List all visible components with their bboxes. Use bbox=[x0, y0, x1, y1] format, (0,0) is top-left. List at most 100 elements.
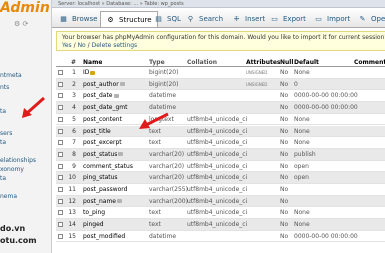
column-name: comment_status bbox=[83, 161, 133, 173]
tab-export[interactable]: ▭ Export bbox=[270, 12, 306, 26]
row-checkbox[interactable] bbox=[58, 231, 63, 244]
settings-icon[interactable]: ⚙ bbox=[14, 20, 20, 28]
row-number: 14 bbox=[68, 221, 76, 229]
sidebar-table-item[interactable]: ta bbox=[0, 175, 6, 182]
notice-actions: Yes / No / Delete settings bbox=[62, 42, 385, 50]
column-name-text: post_title bbox=[83, 127, 111, 135]
header-null[interactable]: Null bbox=[280, 58, 293, 67]
table-header-row: # Name Type Collation Attributes Null De… bbox=[56, 58, 385, 67]
column-default: open bbox=[294, 162, 309, 170]
structure-icon: ⚙ bbox=[107, 16, 114, 24]
column-collation: utf8mb4_unicode_ci bbox=[187, 127, 248, 135]
column-name: post_modified bbox=[83, 231, 125, 243]
tab-browse[interactable]: ▦ Browse bbox=[59, 12, 97, 26]
row-number: 6 bbox=[72, 127, 76, 135]
column-type: datetime bbox=[149, 92, 177, 100]
table-row[interactable]: 4 post_date_gmt datetime No 0000-00-00 00:00… bbox=[56, 102, 385, 114]
table-row[interactable]: 14 pinged text utf8mb4_unicode_ci No None bbox=[56, 219, 385, 231]
sidebar-table-item[interactable]: ntmeta bbox=[0, 72, 22, 79]
separator: / bbox=[73, 42, 76, 49]
header-default[interactable]: Default bbox=[294, 58, 319, 67]
no-link[interactable]: No bbox=[78, 42, 86, 49]
column-name-text: ID bbox=[83, 69, 90, 76]
sidebar-table-item[interactable]: nema bbox=[0, 193, 17, 200]
column-type: text bbox=[149, 139, 161, 147]
tab-structure[interactable]: ⚙ Structure bbox=[100, 11, 158, 27]
column-name: post_date_gmt bbox=[83, 102, 128, 114]
row-number: 10 bbox=[68, 174, 76, 182]
search-icon: ⚲ bbox=[187, 15, 194, 23]
column-collation: utf8mb4_unicode_ci bbox=[187, 139, 248, 147]
table-row[interactable]: 1 ID bigint(20) UNSIGNED No None bbox=[56, 67, 385, 79]
sidebar-table-item[interactable]: xonomy bbox=[0, 166, 24, 173]
column-collation: utf8mb4_unicode_ci bbox=[187, 174, 248, 182]
header-attributes[interactable]: Attributes bbox=[246, 58, 280, 67]
column-name-text: post_date bbox=[83, 92, 113, 100]
table-row[interactable]: 6 post_title text utf8mb4_unicode_ci No None bbox=[56, 125, 385, 138]
column-null: No bbox=[280, 162, 289, 170]
tab-sql[interactable]: ▤ SQL bbox=[154, 12, 181, 26]
table-row[interactable]: 7 post_excerpt text utf8mb4_unicode_ci No Non… bbox=[56, 137, 385, 149]
yes-link[interactable]: Yes bbox=[62, 42, 72, 49]
export-icon: ▭ bbox=[271, 15, 278, 23]
column-type: text bbox=[149, 221, 161, 229]
row-number: 8 bbox=[72, 150, 76, 158]
column-name: ping_status bbox=[83, 172, 118, 184]
table-row[interactable]: 3 post_date datetime No 0000-00-00 00:00:00 bbox=[56, 90, 385, 103]
sidebar-table-item[interactable]: elationships bbox=[0, 157, 36, 164]
tab-operations[interactable]: ✎ Operatio bbox=[358, 12, 385, 26]
table-row[interactable]: 12 post_name varchar(200) utf8mb4_unicode_c… bbox=[56, 195, 385, 208]
table-row[interactable]: 13 to_ping text utf8mb4_unicode_ci No None bbox=[56, 207, 385, 220]
tab-label: Import bbox=[327, 15, 351, 23]
notice-text: Your browser has phpMyAdmin configuratio… bbox=[62, 34, 385, 41]
table-row[interactable]: 10 ping_status varchar(20) utf8mb4_unicode_… bbox=[56, 172, 385, 184]
row-number: 5 bbox=[72, 115, 76, 123]
column-default: 0 bbox=[294, 80, 298, 88]
tab-import[interactable]: ▭ Import bbox=[314, 12, 350, 26]
column-null: No bbox=[280, 139, 289, 147]
row-number: 9 bbox=[72, 162, 76, 170]
column-default: None bbox=[294, 127, 310, 135]
column-collation: utf8mb4_unicode_ci bbox=[187, 115, 248, 123]
watermark-text: otu.com bbox=[0, 236, 37, 245]
table-row[interactable]: 5 post_content longtext utf8mb4_unicode_ci N… bbox=[56, 113, 385, 126]
tab-search[interactable]: ⚲ Search bbox=[186, 12, 223, 26]
header-type[interactable]: Type bbox=[149, 58, 165, 67]
column-collation: utf8mb4_unicode_ci bbox=[187, 197, 248, 205]
header-name[interactable]: Name bbox=[83, 58, 102, 67]
column-type: varchar(255) bbox=[149, 186, 188, 193]
column-name: post_name bbox=[83, 196, 122, 208]
sidebar-table-item[interactable]: ta bbox=[0, 108, 6, 115]
header-collation[interactable]: Collation bbox=[187, 58, 217, 67]
sidebar-table-item[interactable]: ta bbox=[0, 139, 6, 146]
phpmyadmin-logo[interactable]: Admin bbox=[0, 0, 50, 16]
column-name: post_title bbox=[83, 126, 111, 138]
row-number: 1 bbox=[72, 69, 76, 76]
key-icon bbox=[113, 93, 119, 98]
tab-insert[interactable]: ⁜ Insert bbox=[232, 12, 266, 26]
table-row[interactable]: 11 post_password varchar(255) utf8mb4_unico… bbox=[56, 184, 385, 196]
column-default: publish bbox=[294, 150, 316, 158]
column-null: No bbox=[280, 186, 289, 193]
column-default: None bbox=[294, 69, 310, 76]
reload-icon[interactable]: ⟳ bbox=[23, 20, 29, 28]
column-type: text bbox=[149, 209, 161, 217]
table-row[interactable]: 2 post_author bigint(20) UNSIGNED No 0 bbox=[56, 78, 385, 91]
table-row[interactable]: 9 comment_status varchar(20) utf8mb4_unicod… bbox=[56, 160, 385, 173]
config-notice: Your browser has phpMyAdmin configuratio… bbox=[56, 31, 385, 51]
header-comments[interactable]: Comments bbox=[354, 58, 385, 67]
column-null: No bbox=[280, 174, 289, 182]
column-name-text: to_ping bbox=[83, 209, 106, 217]
table-row[interactable]: 8 post_status varchar(20) utf8mb4_unicode_c… bbox=[56, 148, 385, 161]
breadcrumb-text[interactable]: Server: localhost » Database: ... » Tabl… bbox=[58, 1, 184, 7]
delete-settings-link[interactable]: Delete settings bbox=[92, 42, 138, 49]
column-collation: utf8mb4_unicode_ci bbox=[187, 150, 248, 158]
sidebar-table-item[interactable]: nts bbox=[0, 84, 9, 91]
navigation-sidebar: Admin ⚙ ⟳ ntmeta nts ta sers ta elations… bbox=[0, 0, 52, 253]
sidebar-table-item[interactable]: sers bbox=[0, 130, 12, 137]
breadcrumb: Server: localhost » Database: ... » Tabl… bbox=[52, 0, 385, 8]
column-default: 0000-00-00 00:00:00 bbox=[294, 92, 358, 100]
column-default: None bbox=[294, 209, 310, 217]
table-row[interactable]: 15 post_modified datetime No 0000-00-00 00:0… bbox=[56, 230, 385, 244]
tab-label: Export bbox=[283, 15, 306, 23]
